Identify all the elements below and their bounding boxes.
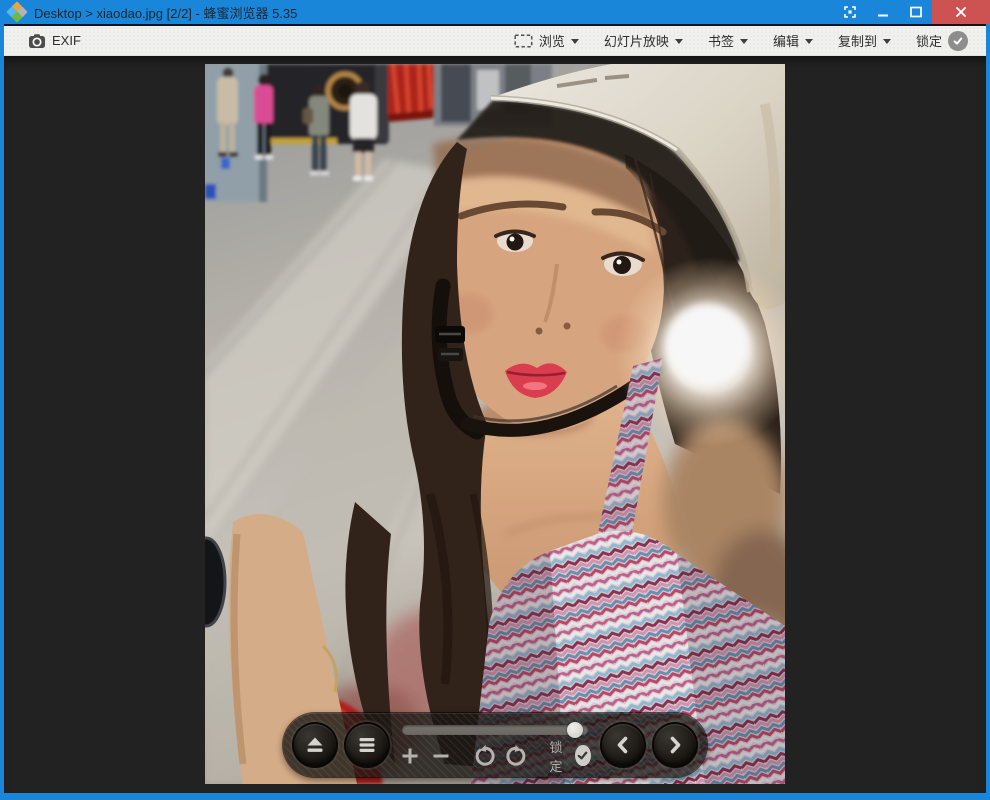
exif-button[interactable]: EXIF: [28, 32, 81, 50]
menu-item-browse[interactable]: 浏览: [514, 31, 579, 50]
close-button[interactable]: [932, 0, 990, 24]
menu-item-label: 幻灯片放映: [604, 31, 669, 50]
menu-item-copy-to[interactable]: 复制到: [838, 31, 891, 50]
viewer-toolbar: 锁定: [283, 713, 707, 777]
zoom-slider-thumb[interactable]: [567, 722, 583, 738]
app-logo-icon: [7, 2, 27, 22]
photo[interactable]: [205, 64, 785, 784]
zoom-slider[interactable]: [402, 725, 588, 735]
menu-icon: [356, 734, 378, 756]
menu-button[interactable]: [344, 722, 390, 768]
rotate-right-button[interactable]: [506, 745, 528, 767]
minus-icon: [431, 746, 451, 766]
check-circle-icon: [948, 31, 968, 51]
titlebar[interactable]: Desktop > xiaodao.jpg [2/2] - 蜂蜜浏览器 5.35: [0, 0, 990, 24]
window-controls: [833, 0, 990, 24]
menu-item-edit[interactable]: 编辑: [773, 31, 813, 50]
photo-image: [205, 64, 785, 784]
chevron-left-icon: [611, 733, 635, 757]
exif-label: EXIF: [52, 33, 81, 48]
menu-item-label: 浏览: [539, 31, 565, 50]
menu-item-lock[interactable]: 锁定: [916, 31, 968, 51]
chevron-down-icon: [805, 39, 813, 44]
chevron-down-icon: [571, 39, 579, 44]
window-title: Desktop > xiaodao.jpg [2/2] - 蜂蜜浏览器 5.35: [34, 3, 297, 22]
fullscreen-button[interactable]: [833, 0, 866, 24]
menu-item-bookmarks[interactable]: 书签: [708, 31, 748, 50]
chevron-right-icon: [663, 733, 687, 757]
menu-item-label: 复制到: [838, 31, 877, 50]
chevron-down-icon: [675, 39, 683, 44]
minimize-icon: [877, 6, 889, 18]
expand-icon: [843, 5, 857, 19]
toolbar-lock-toggle[interactable]: 锁定: [550, 737, 591, 775]
maximize-button[interactable]: [899, 0, 932, 24]
eject-icon: [304, 734, 326, 756]
rotate-left-button[interactable]: [473, 745, 495, 767]
view-frame-icon: [514, 34, 533, 48]
zoom-out-button[interactable]: [431, 746, 451, 766]
check-circle-icon: [575, 745, 590, 766]
app-window: Desktop > xiaodao.jpg [2/2] - 蜂蜜浏览器 5.35: [0, 0, 990, 800]
previous-image-button[interactable]: [600, 722, 646, 768]
next-image-button[interactable]: [652, 722, 698, 768]
rotate-right-icon: [506, 745, 528, 767]
plus-icon: [400, 746, 420, 766]
window-frame: EXIF 浏览 幻灯片放映 书签: [0, 24, 990, 800]
menu-item-slideshow[interactable]: 幻灯片放映: [604, 31, 683, 50]
toolbar-center: 锁定: [390, 723, 600, 768]
menu-item-label: 书签: [708, 31, 734, 50]
image-viewer-area: 锁定: [4, 56, 986, 793]
camera-icon: [28, 32, 46, 50]
maximize-icon: [910, 6, 922, 18]
menubar-right: 浏览 幻灯片放映 书签 编辑 复制到: [514, 31, 968, 51]
menubar: EXIF 浏览 幻灯片放映 书签: [4, 24, 986, 56]
eject-button[interactable]: [292, 722, 338, 768]
lock-label: 锁定: [550, 737, 569, 775]
zoom-in-button[interactable]: [400, 746, 420, 766]
toolbar-controls: 锁定: [402, 744, 588, 768]
minimize-button[interactable]: [866, 0, 899, 24]
rotate-left-icon: [473, 745, 495, 767]
menu-item-label: 编辑: [773, 31, 799, 50]
menu-item-label: 锁定: [916, 31, 942, 50]
close-icon: [955, 6, 967, 18]
chevron-down-icon: [883, 39, 891, 44]
chevron-down-icon: [740, 39, 748, 44]
